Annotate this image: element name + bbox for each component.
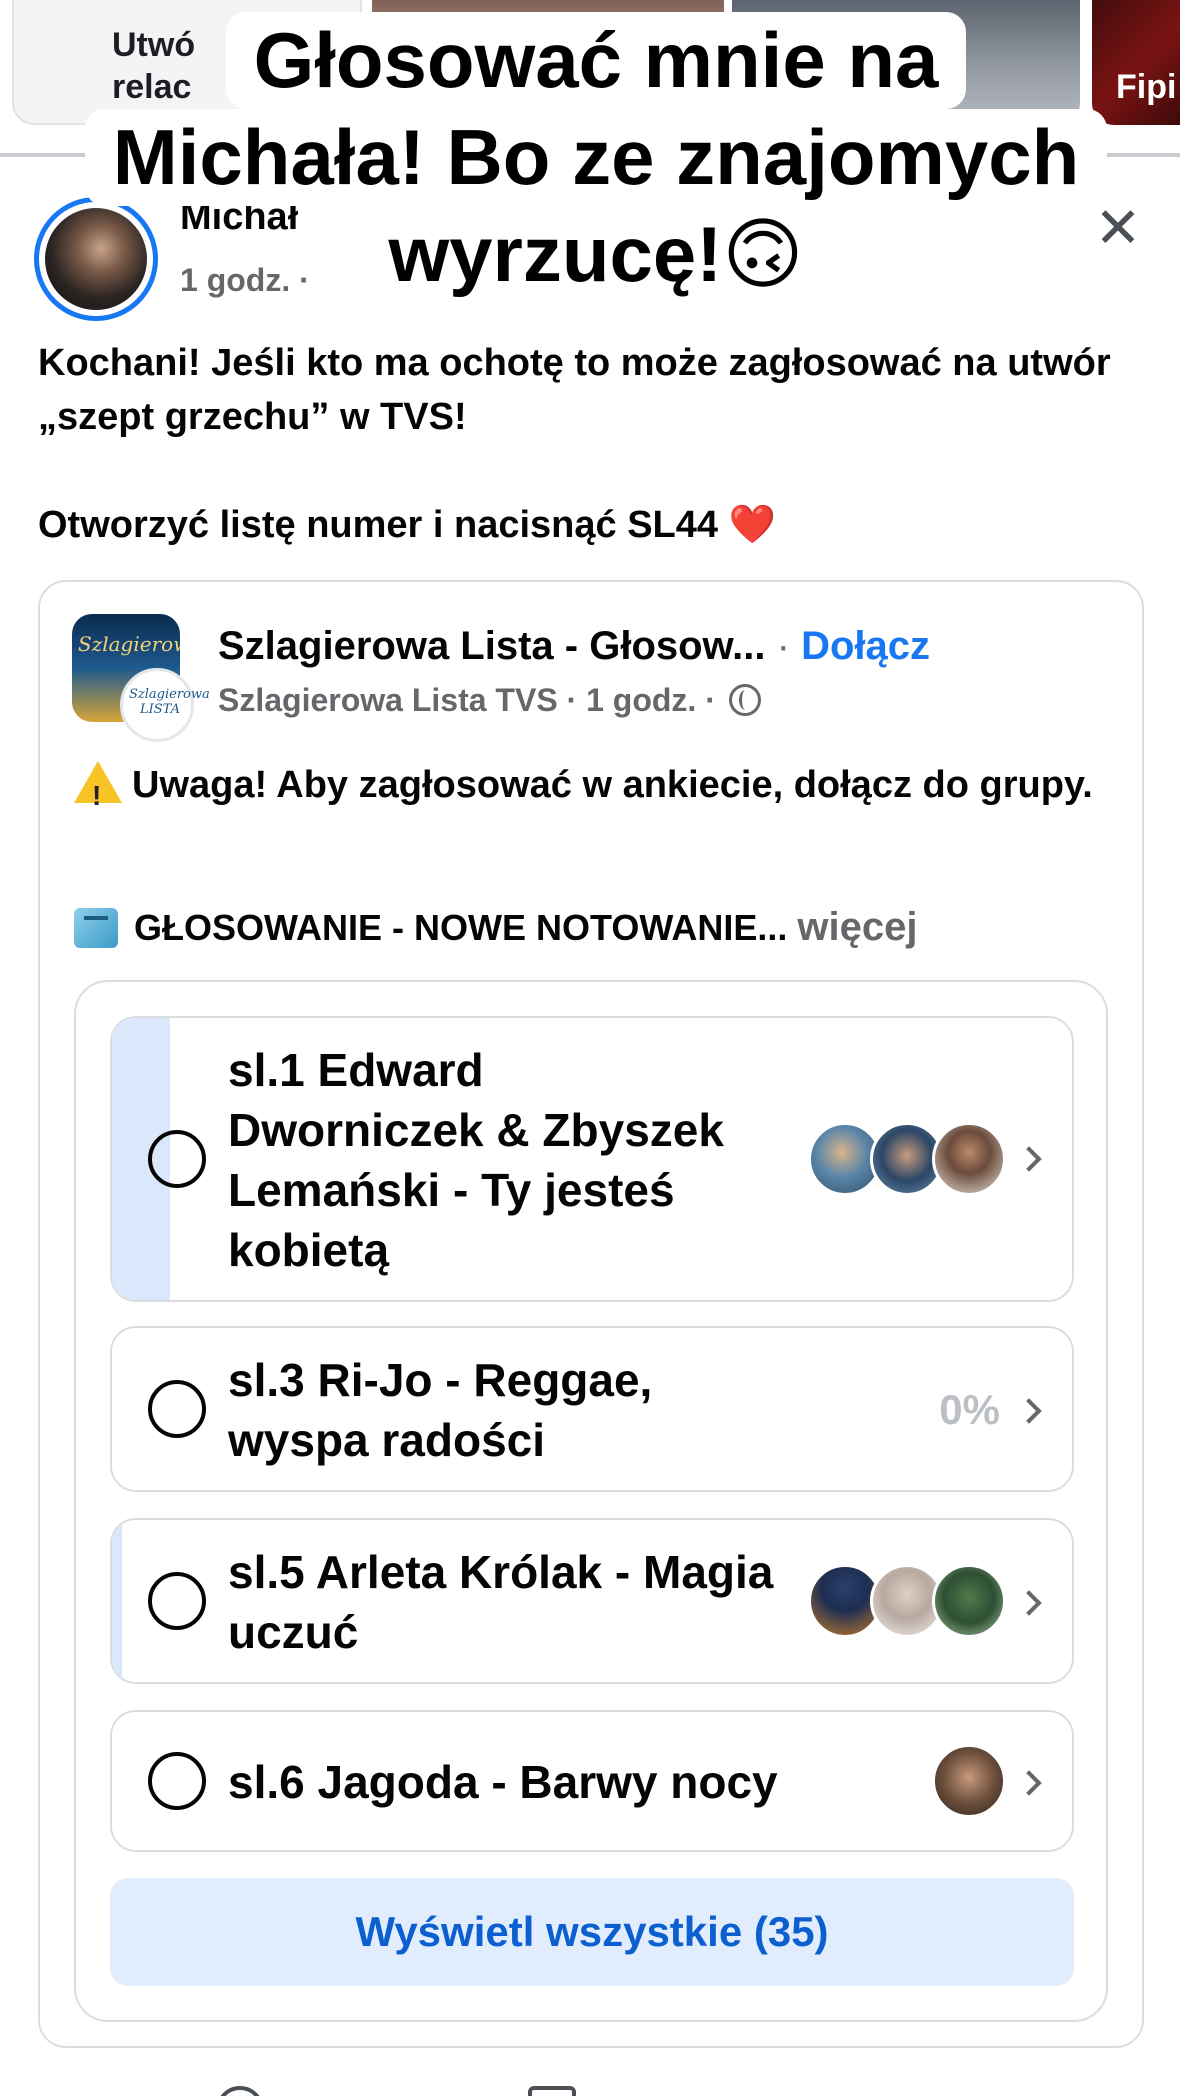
comment-icon[interactable] (216, 2086, 264, 2096)
voting-text: GŁOSOWANIE - NOWE NOTOWANIE... (134, 907, 788, 948)
poll-option-percent: 0% (939, 1386, 1000, 1433)
poll-option[interactable]: sl.3 Ri-Jo - Reggae, wyspa radości 0% (110, 1326, 1074, 1492)
group-sub-avatar-logo-text: Szlagierowa LISTA (129, 687, 210, 717)
group-meta-text: Szlagierowa Lista TVS · 1 godz. · (218, 682, 716, 718)
join-group-button[interactable]: Dołącz (801, 624, 930, 668)
voting-line: GŁOSOWANIE - NOWE NOTOWANIE... więcej (74, 900, 1124, 955)
caption-line: Michała! Bo ze znajomych (84, 109, 1108, 206)
post-paragraph: Otworzyć listę numer i nacisnąć SL44 ❤️ (38, 504, 776, 546)
warning-icon (74, 761, 122, 823)
poll-option[interactable]: sl.1 Edward Dworniczek & Zbyszek Lemańsk… (110, 1016, 1074, 1302)
group-avatar-logo-text: Szlagierowa (78, 632, 180, 656)
chevron-right-icon (1016, 1590, 1042, 1616)
warning-message: Uwaga! Aby zagłosować w ankiecie, dołącz… (74, 758, 1114, 823)
poll-option[interactable]: sl.5 Arleta Królak - Magia uczuć (110, 1518, 1074, 1684)
title-separator: · (765, 624, 802, 668)
ballot-box-icon (74, 908, 118, 948)
post-action-bar (0, 2072, 1180, 2096)
post-text: Kochani! Jeśli kto ma ochotę to może zag… (38, 336, 1148, 552)
overlay-caption: Głosować mnie na Michała! Bo ze znajomyc… (66, 12, 1126, 303)
chevron-right-icon (1016, 1770, 1042, 1796)
group-title-row: Szlagierowa Lista - Głosow... · Dołącz (218, 624, 1118, 669)
voter-avatar (932, 1122, 1006, 1196)
post-paragraph: Kochani! Jeśli kto ma ochotę to może zag… (38, 342, 1111, 438)
caption-line: wyrzucę!🙃 (360, 206, 832, 303)
voter-avatar (932, 1744, 1006, 1818)
shared-post-card[interactable]: Szlagierowa Szlagierowa LISTA Szlagierow… (38, 580, 1144, 2048)
warning-text: Uwaga! Aby zagłosować w ankiecie, dołącz… (132, 764, 1093, 806)
chevron-right-icon (1016, 1398, 1042, 1424)
poll-option-label: sl.6 Jagoda - Barwy nocy (228, 1756, 778, 1808)
poll-radio[interactable] (148, 1752, 206, 1810)
poll-option-label: sl.5 Arleta Królak - Magia uczuć (228, 1546, 774, 1658)
poll-option[interactable]: sl.6 Jagoda - Barwy nocy (110, 1710, 1074, 1852)
poll-option-label: sl.3 Ri-Jo - Reggae, wyspa radości (228, 1354, 653, 1466)
send-icon[interactable] (528, 2086, 576, 2096)
view-all-options-button[interactable]: Wyświetl wszystkie (35) (110, 1878, 1074, 1986)
poll-radio[interactable] (148, 1130, 206, 1188)
globe-icon (728, 684, 761, 716)
group-title[interactable]: Szlagierowa Lista - Głosow... (218, 624, 766, 668)
see-more-link[interactable]: więcej (797, 905, 917, 949)
poll: sl.1 Edward Dworniczek & Zbyszek Lemańsk… (74, 980, 1108, 2022)
caption-line: Głosować mnie na (225, 12, 967, 109)
poll-option-label: sl.1 Edward Dworniczek & Zbyszek Lemańsk… (228, 1044, 724, 1276)
chevron-right-icon (1016, 1146, 1042, 1172)
voter-avatar (932, 1564, 1006, 1638)
poll-radio[interactable] (148, 1380, 206, 1438)
poll-radio[interactable] (148, 1572, 206, 1630)
poll-option-fill (112, 1520, 122, 1682)
group-meta: Szlagierowa Lista TVS · 1 godz. · (218, 682, 761, 719)
group-sub-avatar[interactable]: Szlagierowa LISTA (120, 668, 210, 742)
